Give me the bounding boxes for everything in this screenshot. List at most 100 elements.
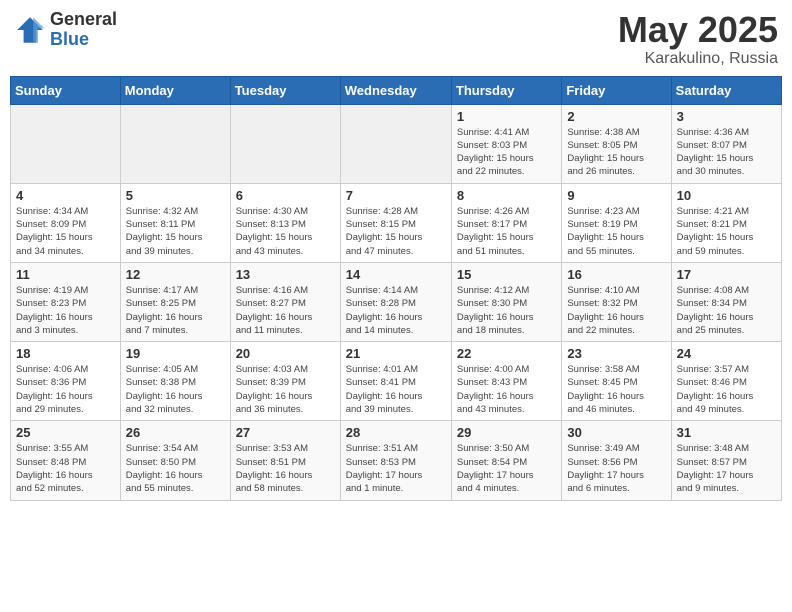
day-number: 27 bbox=[236, 425, 335, 440]
weekday-header-sunday: Sunday bbox=[11, 76, 121, 104]
day-number: 25 bbox=[16, 425, 115, 440]
day-number: 30 bbox=[567, 425, 665, 440]
calendar-cell bbox=[230, 104, 340, 183]
logo-blue-text: Blue bbox=[50, 30, 117, 50]
day-info: Sunrise: 4:34 AM Sunset: 8:09 PM Dayligh… bbox=[16, 205, 115, 258]
calendar-cell: 30 Sunrise: 3:49 AM Sunset: 8:56 PM Dayli… bbox=[562, 421, 671, 500]
weekday-header-saturday: Saturday bbox=[671, 76, 781, 104]
calendar-cell: 28Sunrise: 3:51 AM Sunset: 8:53 PM Dayli… bbox=[340, 421, 451, 500]
weekday-header-monday: Monday bbox=[120, 76, 230, 104]
day-info: Sunrise: 4:26 AM Sunset: 8:17 PM Dayligh… bbox=[457, 205, 556, 258]
calendar-title: May 2025 bbox=[618, 10, 778, 50]
calendar-cell bbox=[120, 104, 230, 183]
calendar-cell: 7 Sunrise: 4:28 AM Sunset: 8:15 PM Daylig… bbox=[340, 183, 451, 262]
calendar-cell: 4 Sunrise: 4:34 AM Sunset: 8:09 PM Daylig… bbox=[11, 183, 121, 262]
day-info: Sunrise: 4:36 AM Sunset: 8:07 PM Dayligh… bbox=[677, 126, 776, 179]
day-number: 5 bbox=[126, 188, 225, 203]
week-row-4: 18 Sunrise: 4:06 AM Sunset: 8:36 PM Dayli… bbox=[11, 342, 782, 421]
day-number: 12 bbox=[126, 267, 225, 282]
logo-text: General Blue bbox=[50, 10, 117, 50]
week-row-2: 4 Sunrise: 4:34 AM Sunset: 8:09 PM Daylig… bbox=[11, 183, 782, 262]
day-number: 7 bbox=[346, 188, 446, 203]
logo-icon bbox=[14, 14, 46, 46]
day-info: Sunrise: 3:50 AM Sunset: 8:54 PM Dayligh… bbox=[457, 442, 556, 495]
calendar-cell: 20 Sunrise: 4:03 AM Sunset: 8:39 PM Dayli… bbox=[230, 342, 340, 421]
calendar-cell: 31Sunrise: 3:48 AM Sunset: 8:57 PM Dayli… bbox=[671, 421, 781, 500]
day-number: 20 bbox=[236, 346, 335, 361]
day-number: 19 bbox=[126, 346, 225, 361]
day-number: 3 bbox=[677, 109, 776, 124]
calendar-cell: 8 Sunrise: 4:26 AM Sunset: 8:17 PM Daylig… bbox=[451, 183, 561, 262]
calendar-cell: 21 Sunrise: 4:01 AM Sunset: 8:41 PM Dayli… bbox=[340, 342, 451, 421]
day-number: 31 bbox=[677, 425, 776, 440]
day-info: Sunrise: 4:19 AM Sunset: 8:23 PM Dayligh… bbox=[16, 284, 115, 337]
calendar-cell: 16Sunrise: 4:10 AM Sunset: 8:32 PM Dayli… bbox=[562, 262, 671, 341]
day-info: Sunrise: 4:28 AM Sunset: 8:15 PM Dayligh… bbox=[346, 205, 446, 258]
page-header: General Blue May 2025 Karakulino, Russia bbox=[10, 10, 782, 68]
day-number: 22 bbox=[457, 346, 556, 361]
day-info: Sunrise: 4:03 AM Sunset: 8:39 PM Dayligh… bbox=[236, 363, 335, 416]
day-info: Sunrise: 3:49 AM Sunset: 8:56 PM Dayligh… bbox=[567, 442, 665, 495]
day-number: 26 bbox=[126, 425, 225, 440]
calendar-cell bbox=[11, 104, 121, 183]
day-info: Sunrise: 4:38 AM Sunset: 8:05 PM Dayligh… bbox=[567, 126, 665, 179]
calendar-cell: 26 Sunrise: 3:54 AM Sunset: 8:50 PM Dayli… bbox=[120, 421, 230, 500]
calendar-cell: 1Sunrise: 4:41 AM Sunset: 8:03 PM Daylig… bbox=[451, 104, 561, 183]
day-info: Sunrise: 3:55 AM Sunset: 8:48 PM Dayligh… bbox=[16, 442, 115, 495]
calendar-cell: 5 Sunrise: 4:32 AM Sunset: 8:11 PM Daylig… bbox=[120, 183, 230, 262]
day-number: 8 bbox=[457, 188, 556, 203]
day-number: 4 bbox=[16, 188, 115, 203]
day-number: 6 bbox=[236, 188, 335, 203]
day-number: 28 bbox=[346, 425, 446, 440]
logo: General Blue bbox=[14, 10, 117, 50]
calendar-table: SundayMondayTuesdayWednesdayThursdayFrid… bbox=[10, 76, 782, 501]
calendar-cell: 23 Sunrise: 3:58 AM Sunset: 8:45 PM Dayli… bbox=[562, 342, 671, 421]
calendar-location: Karakulino, Russia bbox=[618, 50, 778, 68]
calendar-cell: 10 Sunrise: 4:21 AM Sunset: 8:21 PM Dayli… bbox=[671, 183, 781, 262]
calendar-cell: 19 Sunrise: 4:05 AM Sunset: 8:38 PM Dayli… bbox=[120, 342, 230, 421]
day-info: Sunrise: 4:01 AM Sunset: 8:41 PM Dayligh… bbox=[346, 363, 446, 416]
day-info: Sunrise: 4:00 AM Sunset: 8:43 PM Dayligh… bbox=[457, 363, 556, 416]
weekday-header-tuesday: Tuesday bbox=[230, 76, 340, 104]
calendar-cell: 14 Sunrise: 4:14 AM Sunset: 8:28 PM Dayli… bbox=[340, 262, 451, 341]
day-number: 10 bbox=[677, 188, 776, 203]
week-row-1: 1Sunrise: 4:41 AM Sunset: 8:03 PM Daylig… bbox=[11, 104, 782, 183]
logo-general-text: General bbox=[50, 10, 117, 30]
day-number: 21 bbox=[346, 346, 446, 361]
calendar-cell: 18 Sunrise: 4:06 AM Sunset: 8:36 PM Dayli… bbox=[11, 342, 121, 421]
calendar-cell: 15Sunrise: 4:12 AM Sunset: 8:30 PM Dayli… bbox=[451, 262, 561, 341]
day-number: 24 bbox=[677, 346, 776, 361]
calendar-cell: 11 Sunrise: 4:19 AM Sunset: 8:23 PM Dayli… bbox=[11, 262, 121, 341]
title-section: May 2025 Karakulino, Russia bbox=[618, 10, 778, 68]
calendar-cell: 3 Sunrise: 4:36 AM Sunset: 8:07 PM Daylig… bbox=[671, 104, 781, 183]
weekday-header-wednesday: Wednesday bbox=[340, 76, 451, 104]
day-info: Sunrise: 3:53 AM Sunset: 8:51 PM Dayligh… bbox=[236, 442, 335, 495]
day-number: 17 bbox=[677, 267, 776, 282]
day-info: Sunrise: 3:54 AM Sunset: 8:50 PM Dayligh… bbox=[126, 442, 225, 495]
day-info: Sunrise: 4:14 AM Sunset: 8:28 PM Dayligh… bbox=[346, 284, 446, 337]
weekday-header-friday: Friday bbox=[562, 76, 671, 104]
day-info: Sunrise: 3:58 AM Sunset: 8:45 PM Dayligh… bbox=[567, 363, 665, 416]
day-number: 23 bbox=[567, 346, 665, 361]
calendar-cell: 17 Sunrise: 4:08 AM Sunset: 8:34 PM Dayli… bbox=[671, 262, 781, 341]
day-number: 2 bbox=[567, 109, 665, 124]
day-info: Sunrise: 4:32 AM Sunset: 8:11 PM Dayligh… bbox=[126, 205, 225, 258]
calendar-cell: 25 Sunrise: 3:55 AM Sunset: 8:48 PM Dayli… bbox=[11, 421, 121, 500]
day-info: Sunrise: 4:05 AM Sunset: 8:38 PM Dayligh… bbox=[126, 363, 225, 416]
calendar-cell: 12Sunrise: 4:17 AM Sunset: 8:25 PM Dayli… bbox=[120, 262, 230, 341]
day-info: Sunrise: 4:16 AM Sunset: 8:27 PM Dayligh… bbox=[236, 284, 335, 337]
day-info: Sunrise: 3:57 AM Sunset: 8:46 PM Dayligh… bbox=[677, 363, 776, 416]
day-info: Sunrise: 4:06 AM Sunset: 8:36 PM Dayligh… bbox=[16, 363, 115, 416]
calendar-cell: 22 Sunrise: 4:00 AM Sunset: 8:43 PM Dayli… bbox=[451, 342, 561, 421]
calendar-cell: 2 Sunrise: 4:38 AM Sunset: 8:05 PM Daylig… bbox=[562, 104, 671, 183]
day-info: Sunrise: 4:21 AM Sunset: 8:21 PM Dayligh… bbox=[677, 205, 776, 258]
day-number: 14 bbox=[346, 267, 446, 282]
day-number: 16 bbox=[567, 267, 665, 282]
day-info: Sunrise: 4:30 AM Sunset: 8:13 PM Dayligh… bbox=[236, 205, 335, 258]
calendar-cell: 6 Sunrise: 4:30 AM Sunset: 8:13 PM Daylig… bbox=[230, 183, 340, 262]
day-number: 11 bbox=[16, 267, 115, 282]
day-info: Sunrise: 4:08 AM Sunset: 8:34 PM Dayligh… bbox=[677, 284, 776, 337]
day-number: 13 bbox=[236, 267, 335, 282]
day-number: 18 bbox=[16, 346, 115, 361]
calendar-cell bbox=[340, 104, 451, 183]
